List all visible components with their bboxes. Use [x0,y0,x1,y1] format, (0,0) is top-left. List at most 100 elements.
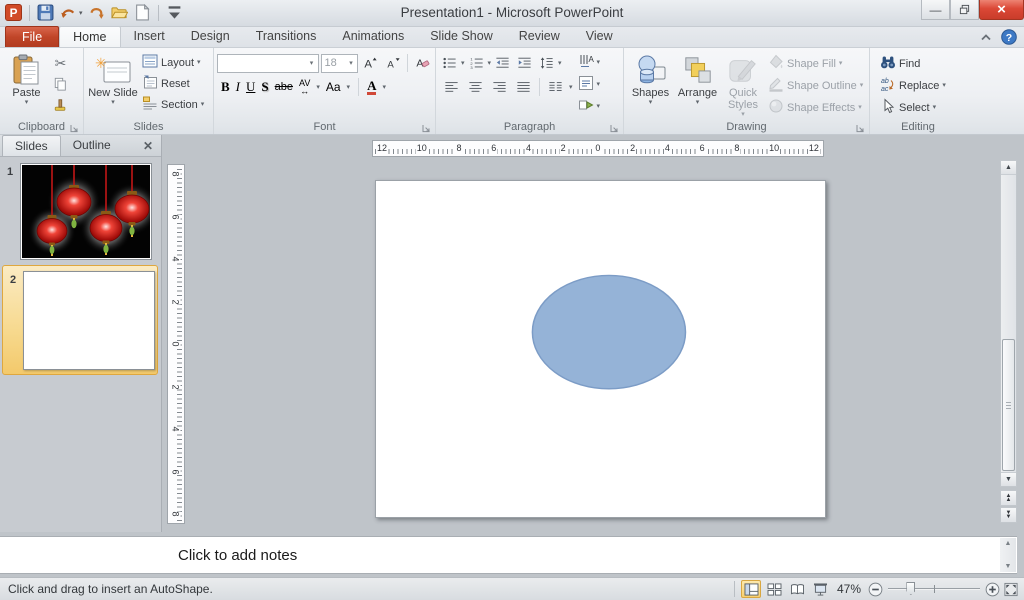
scrollbar-thumb[interactable] [1002,339,1015,471]
align-center-button[interactable] [465,77,486,97]
powerpoint-logo-icon[interactable]: P [4,3,23,22]
close-pane-icon[interactable]: ✕ [140,139,156,153]
tab-insert[interactable]: Insert [121,26,178,47]
tab-animations[interactable]: Animations [329,26,417,47]
zoom-level[interactable]: 47% [833,582,865,596]
slide-sorter-view-button[interactable] [764,580,784,598]
font-color-button[interactable]: A [367,79,377,95]
notes-scrollbar[interactable]: ▲ ▼ [1000,538,1016,572]
find-button[interactable]: Find [877,53,964,74]
tab-transitions[interactable]: Transitions [243,26,330,47]
tab-design[interactable]: Design [178,26,243,47]
tab-slides[interactable]: Slides [2,135,61,156]
notes-pane[interactable]: Click to add notes ▲ ▼ [0,536,1017,574]
font-dialog-launcher-icon[interactable] [421,121,432,133]
zoom-slider-thumb[interactable] [906,582,916,595]
zoom-out-icon[interactable] [868,582,883,597]
section-button[interactable]: Section ▾ [139,94,207,115]
slide-thumbnail-1[interactable]: 1 [0,163,152,260]
previous-slide-button[interactable]: ▲ ▲ [1000,490,1017,506]
zoom-in-icon[interactable] [985,582,1000,597]
line-spacing-button[interactable] [536,53,557,73]
replace-button[interactable]: ab ac Replace ▾ [877,75,964,96]
numbering-button[interactable]: 123 [466,53,487,73]
fit-to-window-icon[interactable] [1003,582,1019,597]
powerpoint-window: P ▾ Presentation1 - Microsoft PowerPoint… [0,0,1024,600]
slide-1-preview[interactable] [20,163,152,260]
quick-access-toolbar: P ▾ [4,3,184,22]
scroll-down-icon[interactable]: ▼ [1001,472,1016,486]
new-document-icon[interactable] [133,3,152,22]
clipboard-dialog-launcher-icon[interactable] [69,121,80,133]
new-slide-button[interactable]: ✳ New Slide ▾ [87,51,139,115]
tab-review[interactable]: Review [506,26,573,47]
font-name-combobox[interactable]: ▾ [217,53,319,73]
align-left-button[interactable] [441,77,462,97]
notes-placeholder[interactable]: Click to add notes [0,547,297,564]
convert-smartart-button[interactable]: ▾ [575,96,604,117]
tab-outline[interactable]: Outline [61,135,123,156]
svg-text:ab: ab [881,78,889,85]
shapes-button[interactable]: Shapes ▾ [627,51,674,118]
align-text-button[interactable]: ▾ [575,74,604,95]
cut-button[interactable]: ✂ [50,53,71,73]
clear-formatting-button[interactable]: A [412,53,433,73]
bullets-button[interactable] [439,53,460,73]
change-case-button[interactable]: Aa [326,80,341,94]
tab-view[interactable]: View [573,26,626,47]
slide-thumbnail-2-selected[interactable]: 2 [2,265,158,375]
customize-qat-icon[interactable] [165,3,184,22]
tab-home[interactable]: Home [59,26,121,47]
slide-editing-area[interactable] [375,180,826,518]
layout-button[interactable]: Layout ▾ [139,52,207,73]
close-button[interactable]: × [979,0,1024,20]
undo-dropdown-icon[interactable]: ▾ [79,9,83,17]
tab-slide-show[interactable]: Slide Show [417,26,506,47]
reading-view-button[interactable] [787,580,807,598]
restore-button[interactable] [950,0,979,20]
undo-icon[interactable] [59,3,78,22]
font-size-combobox[interactable]: 18 ▾ [320,53,358,73]
slides-panel: Slides Outline ✕ 1 2 [0,135,162,532]
select-button[interactable]: Select ▾ [877,97,964,118]
paste-button[interactable]: Paste ▾ [3,51,50,115]
slide-2-preview[interactable] [23,271,155,370]
paragraph-dialog-launcher-icon[interactable] [609,121,620,133]
save-icon[interactable] [36,3,55,22]
minimize-ribbon-icon[interactable] [980,33,992,42]
bold-button[interactable]: B [221,80,230,94]
increase-indent-button[interactable] [514,53,535,73]
shrink-font-button[interactable]: A [383,53,404,73]
character-spacing-button[interactable]: AV ↔ [299,79,310,96]
vertical-scrollbar[interactable]: ▲ ▼ [1000,160,1017,487]
tab-file[interactable]: File [5,26,60,47]
strikethrough-button[interactable]: abe [275,81,293,93]
text-direction-button[interactable]: A ▾ [575,52,604,73]
grow-font-button[interactable]: A [360,53,381,73]
arrange-button[interactable]: Arrange ▾ [674,51,721,118]
group-label: Font [313,121,336,133]
slide-show-button[interactable] [810,580,830,598]
align-right-button[interactable] [489,77,510,97]
minimize-button[interactable]: — [921,0,950,20]
copy-button[interactable] [50,74,71,94]
normal-view-button[interactable] [741,580,761,598]
decrease-indent-button[interactable] [492,53,513,73]
redo-icon[interactable] [87,3,106,22]
underline-button[interactable]: U [246,80,255,94]
text-shadow-button[interactable]: S [261,80,268,94]
svg-text:A: A [588,55,594,64]
scroll-up-icon[interactable]: ▲ [1001,161,1016,175]
justify-button[interactable] [513,77,534,97]
columns-button[interactable] [545,77,566,97]
open-icon[interactable] [110,3,129,22]
group-label: Editing [901,121,935,133]
zoom-slider[interactable] [888,581,980,597]
drawing-dialog-launcher-icon[interactable] [855,121,866,133]
next-slide-button[interactable]: ▼ ▼ [1000,507,1017,523]
help-icon[interactable]: ? [1001,29,1017,45]
italic-button[interactable]: I [236,80,240,94]
reset-button[interactable]: Reset [139,73,207,94]
format-painter-button[interactable] [50,95,71,115]
group-label: Paragraph [503,121,556,133]
